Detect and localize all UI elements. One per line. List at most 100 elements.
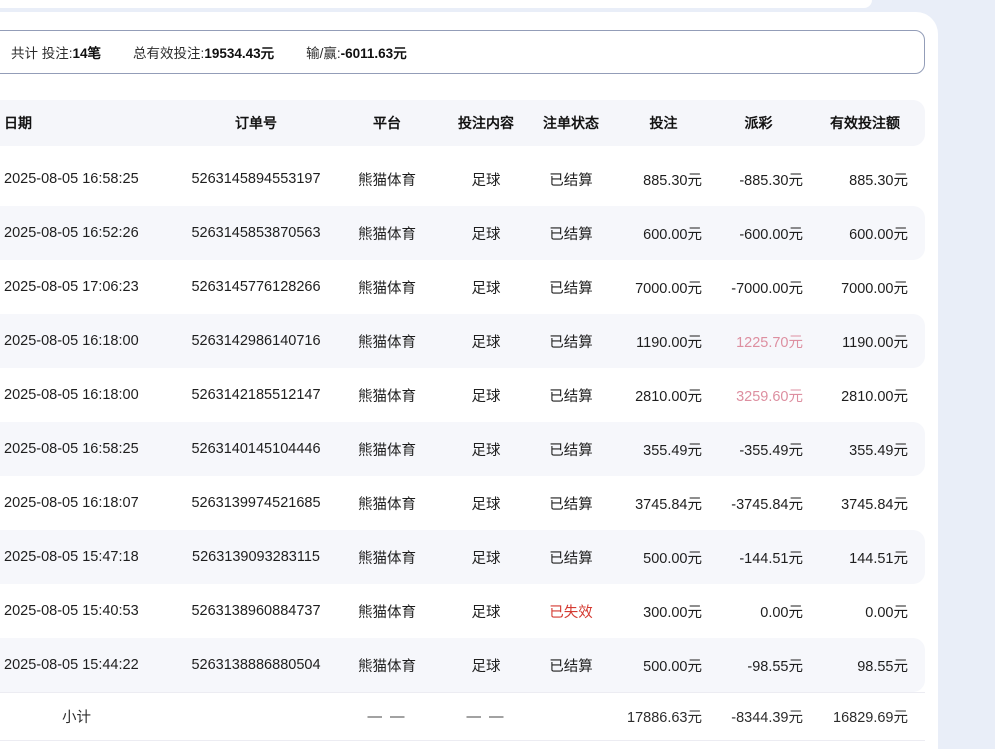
cell-date: 2025-08-05 16:52:26 xyxy=(0,225,188,241)
cell-order-number: 5263138886880504 xyxy=(188,657,324,673)
cell-bet-amount: 7000.00元 xyxy=(620,277,707,298)
cell-valid-amount: 1190.00元 xyxy=(810,331,920,352)
cell-bet-status: 已失效 xyxy=(522,601,620,622)
cell-order-number: 5263140145104446 xyxy=(188,441,324,457)
cell-payout: -3745.84元 xyxy=(707,493,810,514)
cell-date: 2025-08-05 16:58:25 xyxy=(0,171,188,187)
cell-payout: -600.00元 xyxy=(707,223,810,244)
table-row: 2025-08-05 15:44:22 5263138886880504 熊猫体… xyxy=(0,638,925,692)
subtotal-label: 小计 xyxy=(0,706,188,727)
cell-bet-content: 足球 xyxy=(450,493,522,514)
summary-total-bets: 共计 投注:14笔 xyxy=(11,42,101,62)
header-platform: 平台 xyxy=(324,113,450,133)
cell-order-number: 5263145776128266 xyxy=(188,279,324,295)
cell-bet-amount: 885.30元 xyxy=(620,169,707,190)
cell-valid-amount: 600.00元 xyxy=(810,223,920,244)
cell-platform: 熊猫体育 xyxy=(324,655,450,676)
cell-payout: -98.55元 xyxy=(707,655,810,676)
summary-total-label: 共计 投注: xyxy=(11,46,73,61)
table-row: 2025-08-05 16:18:07 5263139974521685 熊猫体… xyxy=(0,476,925,530)
table-row: 2025-08-05 16:18:00 5263142185512147 熊猫体… xyxy=(0,368,925,422)
bet-records-table: 日期 订单号 平台 投注内容 注单状态 投注 派彩 有效投注额 2025-08-… xyxy=(0,100,925,741)
table-body: 2025-08-05 16:58:25 5263145894553197 熊猫体… xyxy=(0,152,925,692)
cell-platform: 熊猫体育 xyxy=(324,601,450,622)
cell-bet-content: 足球 xyxy=(450,169,522,190)
cell-payout: 3259.60元 xyxy=(707,385,810,406)
cell-valid-amount: 885.30元 xyxy=(810,169,920,190)
cell-bet-content: 足球 xyxy=(450,547,522,568)
subtotal-valid-amount: 16829.69元 xyxy=(810,706,920,727)
cell-date: 2025-08-05 17:06:23 xyxy=(0,279,188,295)
cell-order-number: 5263145853870563 xyxy=(188,225,324,241)
cell-date: 2025-08-05 15:44:22 xyxy=(0,657,188,673)
cell-bet-status: 已结算 xyxy=(522,439,620,460)
table-row: 2025-08-05 16:52:26 5263145853870563 熊猫体… xyxy=(0,206,925,260)
cell-platform: 熊猫体育 xyxy=(324,385,450,406)
header-valid-amount: 有效投注额 xyxy=(810,113,920,133)
subtotal-row: 小计 — — — — 17886.63元 -8344.39元 16829.69元 xyxy=(0,692,925,741)
cell-order-number: 5263139093283115 xyxy=(188,549,324,565)
summary-total-count: 14笔 xyxy=(73,46,102,61)
table-row: 2025-08-05 16:58:25 5263140145104446 熊猫体… xyxy=(0,422,925,476)
summary-valid-value: 19534.43元 xyxy=(204,46,274,61)
cell-payout: -885.30元 xyxy=(707,169,810,190)
cell-order-number: 5263142185512147 xyxy=(188,387,324,403)
cell-bet-content: 足球 xyxy=(450,655,522,676)
cell-bet-content: 足球 xyxy=(450,331,522,352)
cell-date: 2025-08-05 16:58:25 xyxy=(0,441,188,457)
header-bet-content: 投注内容 xyxy=(450,113,522,133)
cell-payout: -7000.00元 xyxy=(707,277,810,298)
cell-bet-content: 足球 xyxy=(450,601,522,622)
cell-valid-amount: 2810.00元 xyxy=(810,385,920,406)
cell-valid-amount: 3745.84元 xyxy=(810,493,920,514)
cell-date: 2025-08-05 15:47:18 xyxy=(0,549,188,565)
table-row: 2025-08-05 16:58:25 5263145894553197 熊猫体… xyxy=(0,152,925,206)
cell-bet-amount: 300.00元 xyxy=(620,601,707,622)
header-date: 日期 xyxy=(0,113,188,133)
cell-bet-status: 已结算 xyxy=(522,331,620,352)
cell-bet-content: 足球 xyxy=(450,385,522,406)
cell-bet-status: 已结算 xyxy=(522,169,620,190)
table-header-row: 日期 订单号 平台 投注内容 注单状态 投注 派彩 有效投注额 xyxy=(0,100,925,146)
cell-bet-status: 已结算 xyxy=(522,655,620,676)
cell-platform: 熊猫体育 xyxy=(324,439,450,460)
cell-platform: 熊猫体育 xyxy=(324,169,450,190)
cell-bet-status: 已结算 xyxy=(522,223,620,244)
header-bet-status: 注单状态 xyxy=(522,113,620,133)
cell-bet-amount: 1190.00元 xyxy=(620,331,707,352)
cell-bet-status: 已结算 xyxy=(522,385,620,406)
cell-payout: 0.00元 xyxy=(707,601,810,622)
cell-bet-amount: 500.00元 xyxy=(620,547,707,568)
cell-date: 2025-08-05 16:18:00 xyxy=(0,387,188,403)
top-page-strip xyxy=(0,0,872,8)
cell-bet-amount: 3745.84元 xyxy=(620,493,707,514)
cell-date: 2025-08-05 16:18:00 xyxy=(0,333,188,349)
cell-bet-content: 足球 xyxy=(450,277,522,298)
summary-valid-bets: 总有效投注:19534.43元 xyxy=(133,42,274,62)
subtotal-content: — — xyxy=(450,709,522,725)
summary-valid-label: 总有效投注: xyxy=(133,46,204,61)
cell-order-number: 5263139974521685 xyxy=(188,495,324,511)
header-bet-amount: 投注 xyxy=(620,113,707,133)
cell-date: 2025-08-05 15:40:53 xyxy=(0,603,188,619)
cell-payout: 1225.70元 xyxy=(707,331,810,352)
summary-bar: 共计 投注:14笔 总有效投注:19534.43元 输/赢:-6011.63元 xyxy=(0,30,925,74)
subtotal-payout: -8344.39元 xyxy=(707,706,810,727)
header-order-number: 订单号 xyxy=(188,113,324,133)
cell-order-number: 5263138960884737 xyxy=(188,603,324,619)
header-payout: 派彩 xyxy=(707,113,810,133)
cell-bet-status: 已结算 xyxy=(522,277,620,298)
cell-platform: 熊猫体育 xyxy=(324,493,450,514)
cell-order-number: 5263142986140716 xyxy=(188,333,324,349)
cell-platform: 熊猫体育 xyxy=(324,223,450,244)
table-row: 2025-08-05 16:18:00 5263142986140716 熊猫体… xyxy=(0,314,925,368)
cell-platform: 熊猫体育 xyxy=(324,331,450,352)
summary-winloss: 输/赢:-6011.63元 xyxy=(306,42,407,62)
cell-bet-status: 已结算 xyxy=(522,493,620,514)
cell-bet-content: 足球 xyxy=(450,439,522,460)
cell-bet-content: 足球 xyxy=(450,223,522,244)
subtotal-platform: — — xyxy=(324,709,450,725)
cell-valid-amount: 98.55元 xyxy=(810,655,920,676)
cell-order-number: 5263145894553197 xyxy=(188,171,324,187)
cell-payout: -355.49元 xyxy=(707,439,810,460)
